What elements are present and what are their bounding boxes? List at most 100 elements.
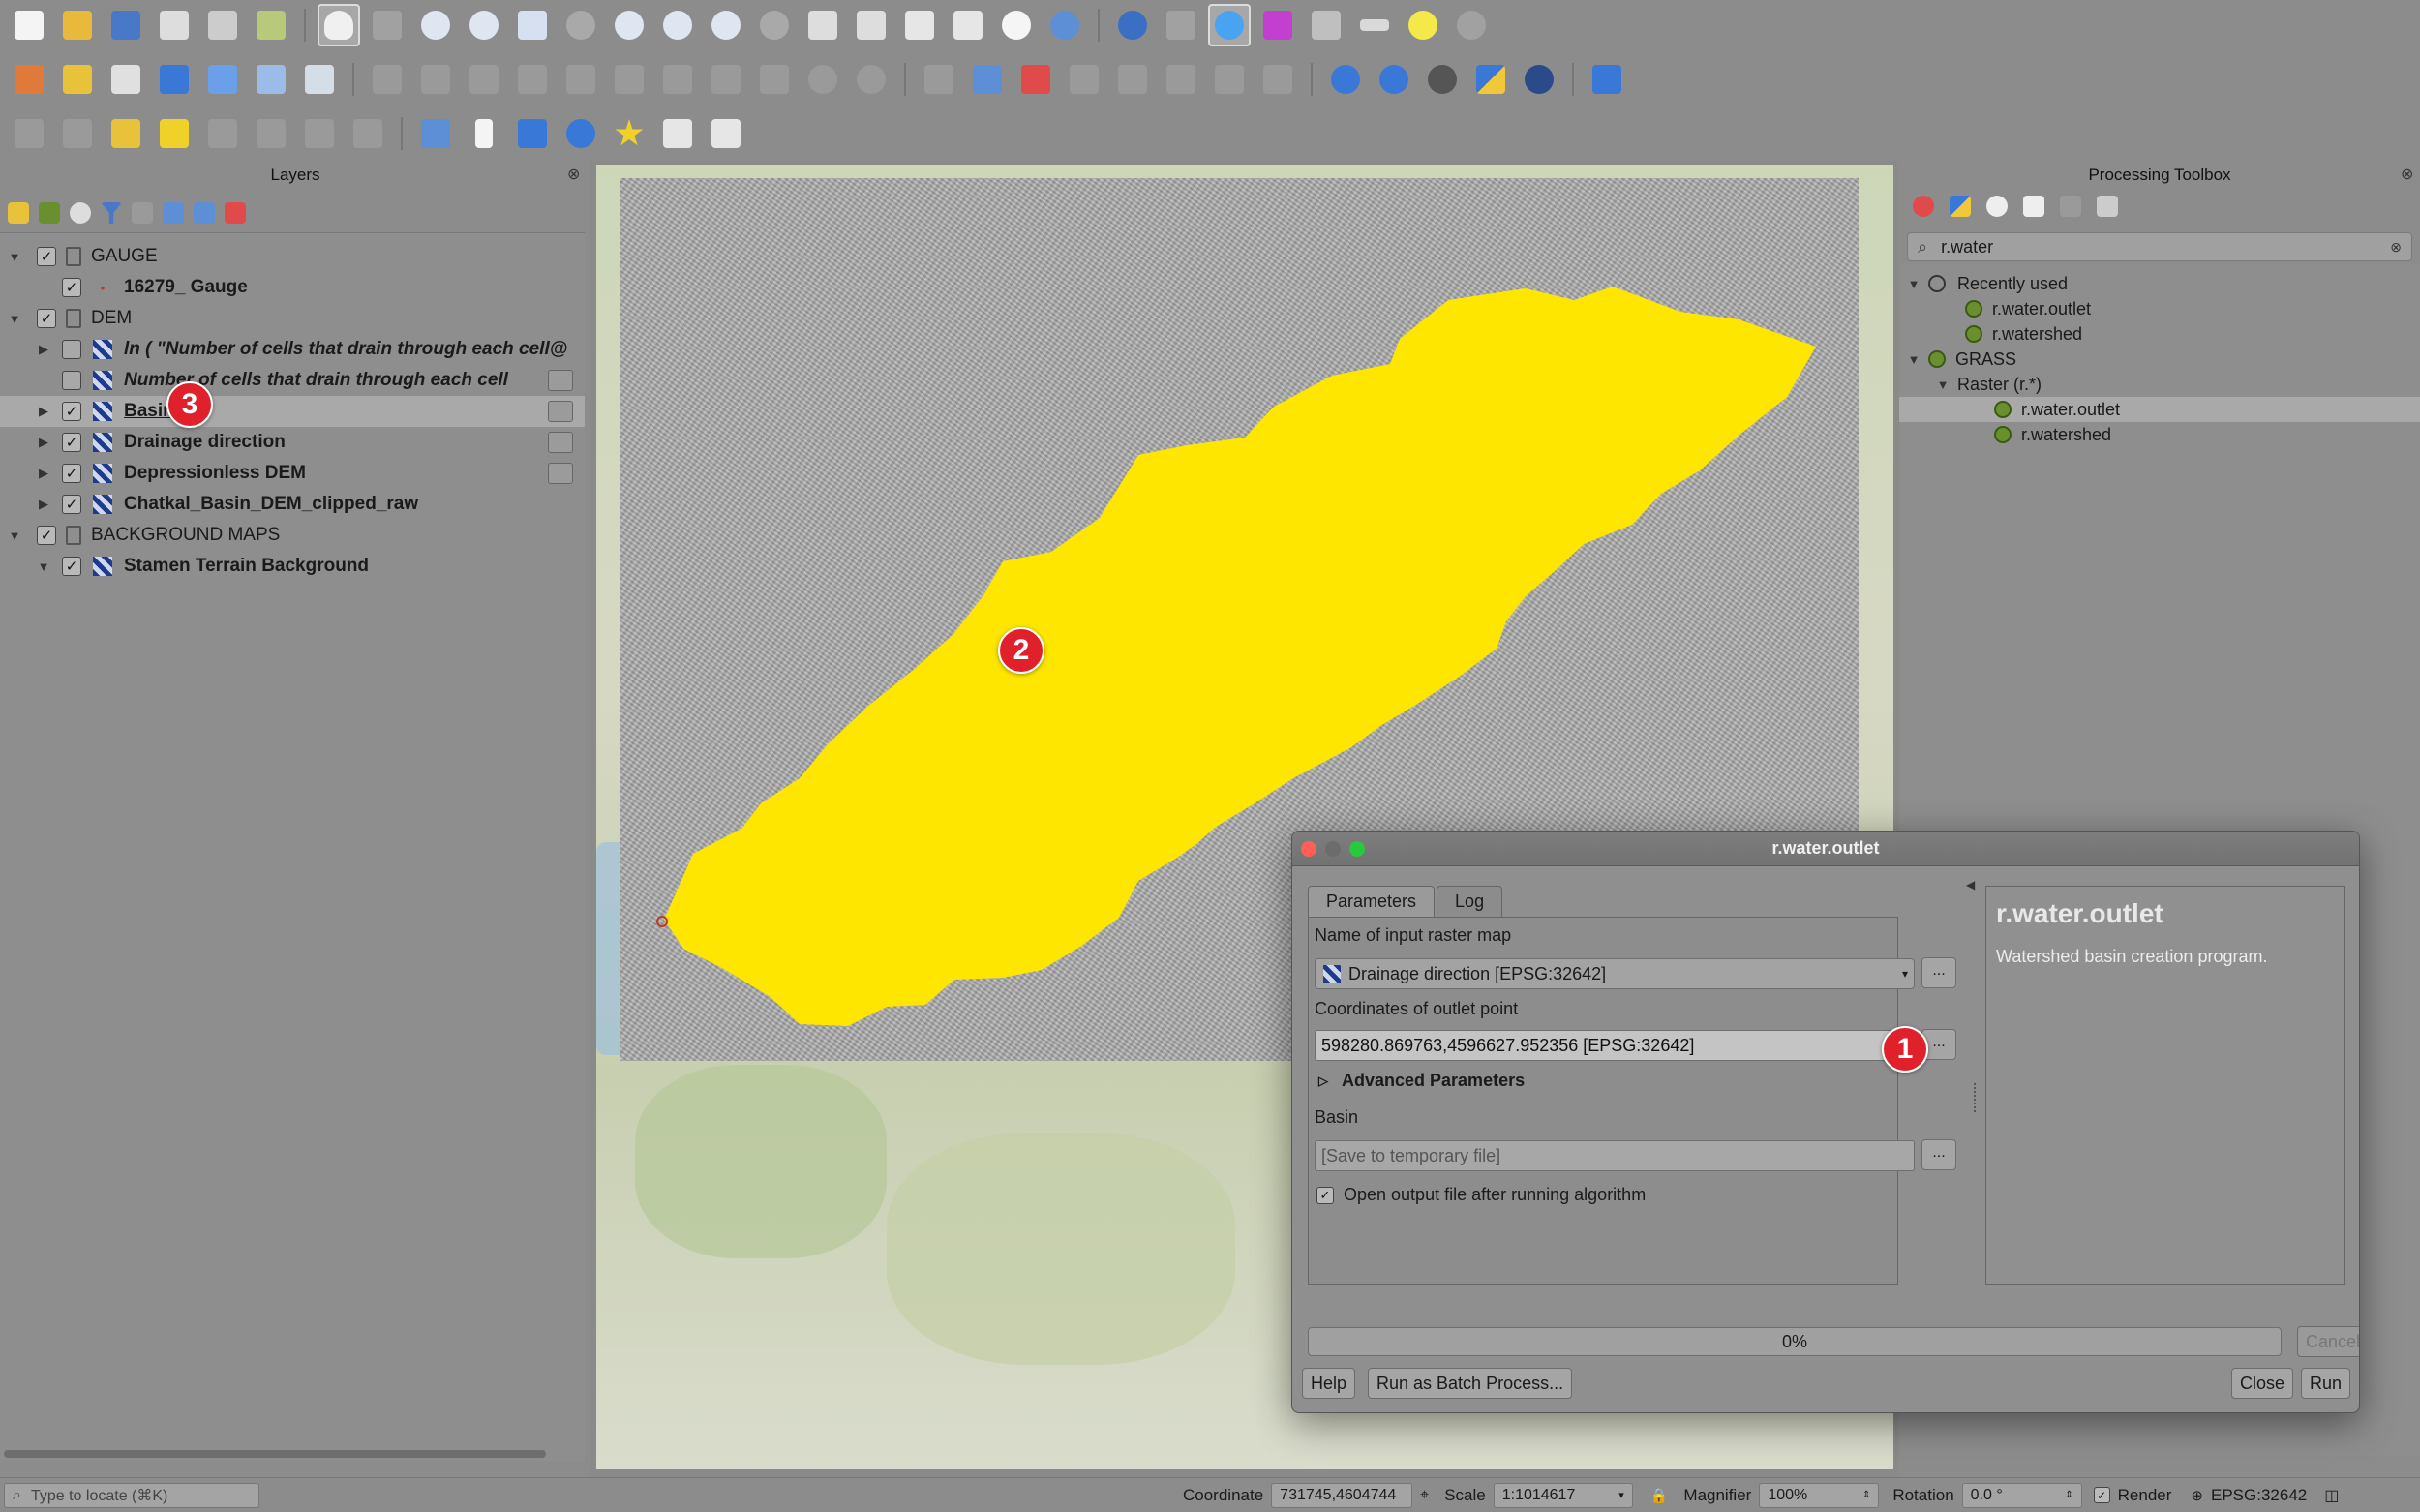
refresh-button[interactable] [1044,4,1086,46]
add-wms-layer-button[interactable] [1324,58,1367,101]
visibility-checkbox[interactable]: ✓ [62,278,81,297]
toggle-extents-icon[interactable]: ⌖ [1420,1487,1429,1504]
open-layer-styling-icon[interactable] [8,202,29,224]
input-raster-combo[interactable]: Drainage direction [EPSG:32642] ▾ [1315,958,1915,989]
collapse-arrow-icon[interactable]: ▼ [1907,352,1921,367]
horizontal-scrollbar[interactable] [4,1450,546,1458]
collapse-arrow-icon[interactable]: ▼ [8,312,21,326]
run-button[interactable]: Run [2301,1368,2351,1399]
layer-row-drainage-direction[interactable]: ▶ ✓ Drainage direction [0,427,585,458]
measure-angle-button[interactable] [298,112,341,155]
zoom-full-button[interactable] [511,4,554,46]
close-panel-icon[interactable]: ⊗ [567,165,580,184]
clear-search-icon[interactable]: ⊗ [2390,239,2402,256]
zoom-next-button[interactable] [753,4,796,46]
zoom-selection-button[interactable] [560,4,602,46]
expand-arrow-icon[interactable]: ▶ [37,435,50,450]
python-console-button[interactable] [1469,58,1512,101]
layer-group-dem[interactable]: ▼ ✓ DEM [0,303,585,334]
layer-row-ln-flow[interactable]: ▶ ln ( "Number of cells that drain throu… [0,334,585,365]
modify-attributes-button[interactable] [560,58,602,101]
tree-item-recently-used[interactable]: ▼ Recently used [1899,271,2420,296]
save-edits-button[interactable] [414,58,457,101]
create-text-annotation-button[interactable] [656,112,699,155]
eye-icon[interactable] [70,202,91,224]
coordinate-field[interactable]: 731745,4604744 [1271,1482,1413,1508]
expand-all-icon[interactable] [163,202,184,224]
vertex-tool-button[interactable] [511,58,554,101]
layer-row-depressionless-dem[interactable]: ▶ ✓ Depressionless DEM [0,458,585,489]
tab-parameters[interactable]: Parameters [1308,886,1436,917]
close-button[interactable]: Close [2231,1368,2294,1399]
messages-icon[interactable]: ◫ [2324,1486,2339,1505]
undo-button[interactable] [802,58,844,101]
attribute-table-button[interactable] [1305,4,1347,46]
filter-icon[interactable] [101,202,122,224]
run-batch-button[interactable]: Run as Batch Process... [1368,1368,1573,1399]
layer-row-stamen-terrain[interactable]: ▼ ✓ Stamen Terrain Background [0,551,585,582]
identify-features-button[interactable] [1111,4,1154,46]
new-virtual-layer-button[interactable] [250,58,292,101]
edit-features-in-place-icon[interactable] [2060,196,2081,217]
layer-group-gauge[interactable]: ▼ ✓ GAUGE [0,241,585,272]
checkbox-checked[interactable]: ✓ [1316,1186,1334,1204]
rotation-spinbox[interactable]: 0.0 ° ⇕ [1961,1482,2082,1508]
splitter-handle[interactable] [1974,1083,1976,1112]
processing-toolbox-button[interactable] [1208,4,1251,46]
visibility-checkbox[interactable]: ✓ [37,526,56,545]
locator-search-input[interactable]: ⌕ Type to locate (⌘K) [4,1482,259,1508]
expand-arrow-icon[interactable]: ▶ [37,404,50,419]
copy-features-button[interactable] [705,58,747,101]
input-raster-browse-button[interactable]: ... [1921,957,1956,988]
tree-item-recent-watershed[interactable]: r.watershed [1899,321,2420,347]
select-by-value-button[interactable] [56,112,99,155]
select-all-button[interactable] [153,112,196,155]
layer-group-background-maps[interactable]: ▼ ✓ BACKGROUND MAPS [0,520,585,551]
cancel-button[interactable]: Cancel [2297,1326,2359,1357]
text-box-button[interactable] [705,112,747,155]
visibility-checkbox[interactable] [62,340,81,359]
move-label-button[interactable] [1160,58,1202,101]
layer-row-dem-raw[interactable]: ▶ ✓ Chatkal_Basin_DEM_clipped_raw [0,489,585,520]
collapse-all-icon[interactable] [194,202,215,224]
basin-output-browse-button[interactable]: ... [1921,1139,1956,1170]
visibility-checkbox[interactable]: ✓ [62,433,81,452]
new-project-button[interactable] [8,4,50,46]
filter-expression-icon[interactable] [132,202,153,224]
layer-row-basin[interactable]: ▶ ✓ Basin [0,396,585,427]
visibility-checkbox[interactable] [62,371,81,390]
layer-indicator-icon[interactable] [548,463,573,484]
new-scratch-layer-button[interactable] [201,58,244,101]
tree-item-raster-group[interactable]: ▼ Raster (r.*) [1899,372,2420,397]
select-features-button[interactable] [8,112,50,155]
settings-dropdown-button[interactable] [1450,4,1493,46]
data-source-manager-button[interactable] [8,58,50,101]
deselect-all-button[interactable] [105,112,147,155]
expand-arrow-icon[interactable]: ▶ [37,466,50,481]
style-manager-button[interactable] [250,4,292,46]
new-mesh-layer-button[interactable] [298,58,341,101]
expand-arrow-icon[interactable]: ▶ [37,497,50,512]
crs-globe-icon[interactable]: ⊕ [2191,1487,2203,1504]
open-output-checkbox[interactable]: ✓ Open output file after running algorit… [1316,1185,1646,1205]
create-polygon-annotation-button[interactable] [511,112,554,155]
tab-log[interactable]: Log [1437,886,1503,917]
new-bookmark-button[interactable] [898,4,941,46]
statistical-summary-button[interactable] [1256,4,1299,46]
magnifier-spinbox[interactable]: 100% ⇕ [1759,1482,1880,1508]
web-globe-button[interactable] [1518,58,1560,101]
digitize-shape-button[interactable] [347,112,389,155]
new-shapefile-button[interactable] [105,58,147,101]
text-annotation-button[interactable] [414,112,457,155]
show-labels-button[interactable] [1111,58,1154,101]
zoom-native-button[interactable] [656,4,699,46]
lock-icon[interactable]: 🔒 [1650,1487,1669,1504]
tree-item-recent-water-outlet[interactable]: r.water.outlet [1899,296,2420,321]
python-scripts-icon[interactable] [1950,196,1971,217]
visibility-checkbox[interactable]: ✓ [62,557,81,576]
redo-button[interactable] [850,58,892,101]
collapse-arrow-icon[interactable]: ▼ [8,250,21,264]
remove-layer-icon[interactable] [225,202,246,224]
field-calculator-button[interactable] [201,112,244,155]
layer-indicator-icon[interactable] [548,432,573,453]
